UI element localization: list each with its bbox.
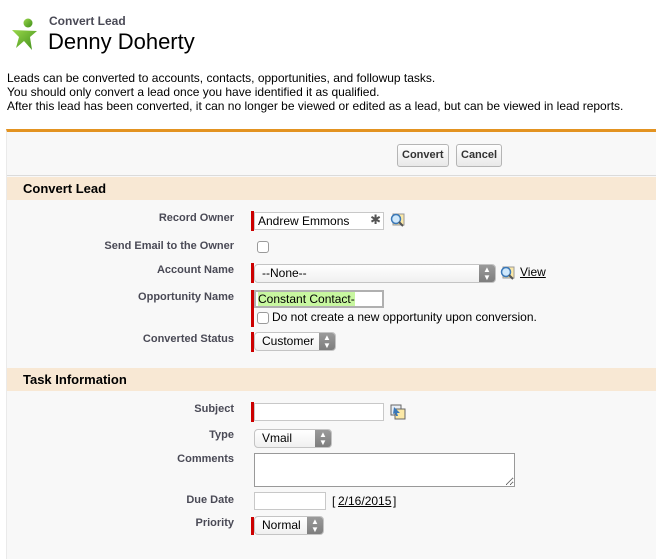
account-name-select[interactable]: --None-- ▲ ▼	[254, 264, 496, 283]
record-owner-label: Record Owner	[158, 212, 234, 224]
section-header-task-information: Task Information	[7, 368, 656, 391]
convert-button[interactable]: Convert	[397, 144, 449, 167]
intro-text: Leads can be converted to accounts, cont…	[7, 71, 623, 113]
opportunity-name-input[interactable]: Constant Contact-	[254, 290, 384, 308]
record-owner-input[interactable]: Andrew Emmons ✱	[254, 212, 384, 230]
lookup-magnifier-icon[interactable]	[499, 265, 515, 281]
due-date-input[interactable]	[254, 492, 326, 510]
bracket-close: ]	[393, 494, 397, 508]
page-title: Denny Doherty	[48, 29, 195, 54]
view-account-link[interactable]: View	[520, 265, 546, 279]
lookup-magnifier-icon[interactable]	[389, 212, 405, 228]
send-email-label: Send Email to the Owner	[104, 240, 234, 252]
today-date-link[interactable]: 2/16/2015	[338, 494, 391, 508]
subject-label: Subject	[194, 403, 234, 415]
comments-textarea[interactable]	[254, 453, 515, 487]
type-select[interactable]: Vmail ▲ ▼	[254, 429, 332, 448]
send-email-checkbox[interactable]	[257, 241, 269, 253]
account-name-label: Account Name	[156, 264, 234, 276]
record-owner-value: Andrew Emmons	[258, 214, 350, 228]
subject-input[interactable]	[254, 403, 384, 421]
page-header: Convert Lead Denny Doherty	[0, 0, 656, 64]
due-date-label: Due Date	[186, 494, 234, 506]
converted-status-select[interactable]: Customer ▲ ▼	[254, 332, 336, 351]
account-name-value: --None--	[262, 266, 307, 280]
opportunity-name-label: Opportunity Name	[138, 291, 234, 303]
no-opportunity-checkbox[interactable]	[257, 312, 269, 324]
section-header-convert-lead: Convert Lead	[7, 177, 656, 200]
select-arrows-icon: ▲ ▼	[319, 333, 335, 350]
select-arrows-icon: ▲ ▼	[307, 517, 323, 534]
type-label: Type	[209, 429, 234, 441]
user-lookup-badge-icon: ✱	[370, 212, 381, 227]
cancel-button[interactable]: Cancel	[456, 144, 503, 167]
priority-select[interactable]: Normal ▲ ▼	[254, 516, 324, 535]
select-arrows-icon: ▲ ▼	[479, 265, 495, 282]
bracket-open: [	[332, 494, 336, 508]
intro-line: After this lead has been converted, it c…	[7, 99, 624, 113]
intro-line: Leads can be converted to accounts, cont…	[7, 71, 436, 85]
intro-line: You should only convert a lead once you …	[7, 85, 380, 99]
no-opportunity-label: Do not create a new opportunity upon con…	[272, 310, 537, 324]
priority-label: Priority	[195, 517, 234, 529]
converted-status-value: Customer	[262, 334, 315, 348]
opportunity-name-value: Constant Contact-	[258, 292, 355, 306]
combobox-picker-icon[interactable]	[390, 404, 406, 420]
convert-form-panel: Convert Cancel Convert Lead Record Owner…	[6, 129, 656, 559]
priority-value: Normal	[262, 518, 301, 532]
page-subtitle: Convert Lead	[49, 14, 126, 28]
comments-label: Comments	[177, 453, 234, 465]
converted-status-label: Converted Status	[142, 333, 234, 345]
button-row: Convert Cancel	[7, 132, 656, 176]
type-value: Vmail	[262, 431, 293, 445]
leads-person-icon	[12, 18, 37, 50]
select-arrows-icon: ▲ ▼	[315, 430, 331, 447]
